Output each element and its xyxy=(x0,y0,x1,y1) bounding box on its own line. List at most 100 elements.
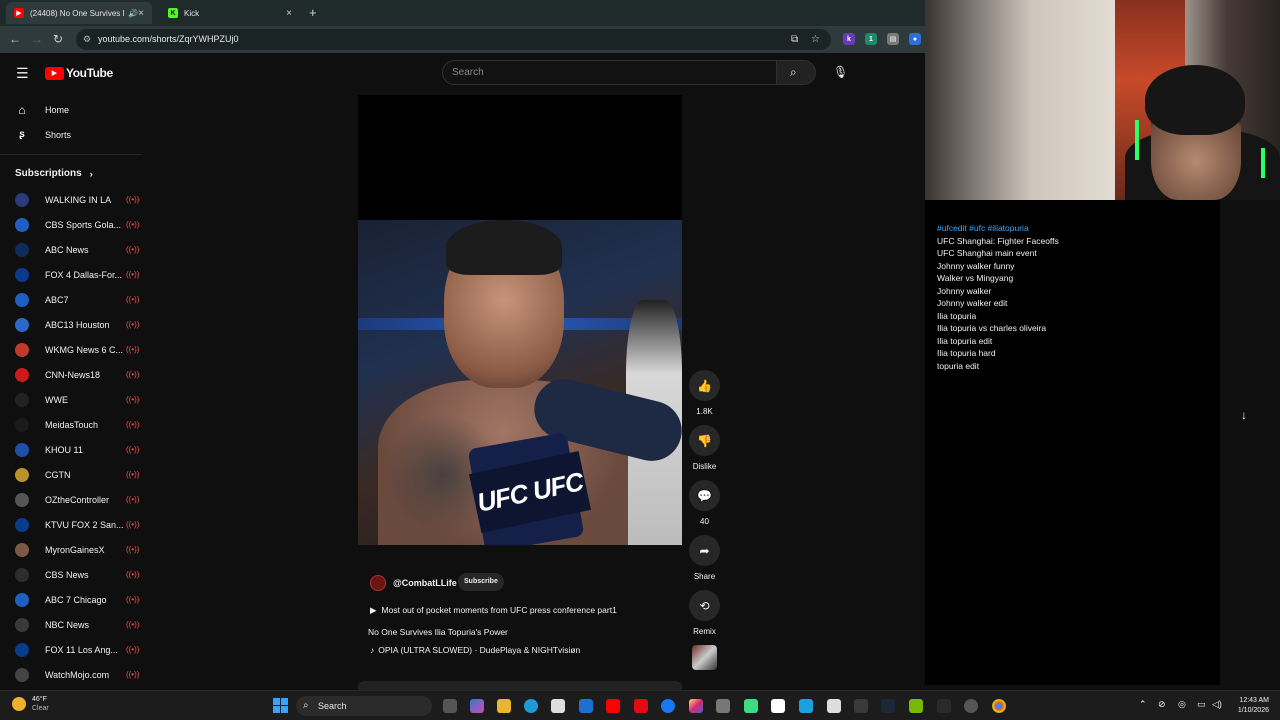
subscribe-button[interactable]: Subscribe xyxy=(458,573,504,591)
store-icon[interactable] xyxy=(551,699,565,713)
tray-icon[interactable]: ◎ xyxy=(1178,699,1186,710)
app-icon[interactable] xyxy=(799,699,813,713)
bookmark-star-icon[interactable]: ☆ xyxy=(811,29,820,50)
comment-icon: 💬 xyxy=(689,480,720,511)
channel-avatar-icon xyxy=(15,592,29,607)
reload-icon[interactable]: ↻ xyxy=(53,32,63,46)
instagram-icon[interactable] xyxy=(689,699,703,713)
tab-kick[interactable]: K Kick × xyxy=(160,2,300,24)
tray-icon[interactable]: ⊘ xyxy=(1158,699,1166,710)
app-icon[interactable] xyxy=(716,699,730,713)
taskbar-search[interactable]: ⌕ Search xyxy=(296,696,432,716)
nvidia-icon[interactable] xyxy=(909,699,923,713)
mail-icon[interactable] xyxy=(579,699,593,713)
sidebar-subscription-item[interactable]: WKMG News 6 C... ((•)) xyxy=(0,337,142,362)
sound-thumbnail[interactable] xyxy=(692,645,717,670)
epic-games-icon[interactable] xyxy=(937,699,951,713)
sidebar-subscription-item[interactable]: CNN-News18 ((•)) xyxy=(0,362,142,387)
windows-start-icon[interactable] xyxy=(273,698,288,713)
facebook-icon[interactable] xyxy=(661,699,675,713)
extension-gray-icon[interactable]: ▤ xyxy=(887,33,899,45)
video-frame[interactable]: UFC UFC xyxy=(358,220,682,553)
sidebar-subscription-item[interactable]: WatchMojo.com ((•)) xyxy=(0,662,142,687)
sidebar-item-home[interactable]: ⌂ Home xyxy=(0,97,142,122)
app-icon[interactable] xyxy=(744,699,758,713)
dislike-button[interactable]: 👎 Dislike xyxy=(689,425,720,471)
sidebar-subscription-item[interactable]: ABC13 Houston ((•)) xyxy=(0,312,142,337)
live-indicator-icon: ((•)) xyxy=(126,395,140,404)
site-info-icon[interactable]: ⚙ xyxy=(83,29,91,50)
sidebar-subscription-item[interactable]: MeidasTouch ((•)) xyxy=(0,412,142,437)
youtube-app-icon[interactable] xyxy=(606,699,620,713)
netflix-icon[interactable] xyxy=(634,699,648,713)
sidebar-subscription-item[interactable]: OZtheController ((•)) xyxy=(0,487,142,512)
extension-k-icon[interactable]: k xyxy=(843,33,855,45)
next-video-peek[interactable] xyxy=(358,681,682,690)
extension-blue-icon[interactable]: ● xyxy=(909,33,921,45)
sidebar-item-shorts[interactable]: ʂ Shorts xyxy=(0,122,142,147)
arrow-down-icon[interactable]: ↓ xyxy=(1241,408,1247,422)
sidebar-subscription-item[interactable]: NBC News ((•)) xyxy=(0,612,142,637)
sidebar-subscription-item[interactable]: KHOU 11 ((•)) xyxy=(0,437,142,462)
sidebar-subscription-item[interactable]: CBS Sports Gola... ((•)) xyxy=(0,212,142,237)
steam-icon[interactable] xyxy=(881,699,895,713)
amazon-icon[interactable] xyxy=(771,699,785,713)
close-tab-icon[interactable]: × xyxy=(286,8,292,19)
task-view-icon[interactable] xyxy=(443,699,457,713)
search-input[interactable]: Search xyxy=(442,60,777,85)
sidebar-subscription-item[interactable]: ABC News ((•)) xyxy=(0,237,142,262)
copilot-icon[interactable] xyxy=(470,699,484,713)
chevron-up-icon[interactable]: ⌃ xyxy=(1139,699,1147,710)
sidebar-subscription-item[interactable]: MyronGainesX ((•)) xyxy=(0,537,142,562)
url-input[interactable]: ⚙ youtube.com/shorts/ZqrYWHPZUj0 ⧉ ☆ xyxy=(76,29,831,50)
channel-avatar-icon xyxy=(15,567,29,582)
sidebar-item-label: OZtheController xyxy=(45,494,110,505)
channel-handle[interactable]: @CombatLLife xyxy=(393,578,457,588)
weather-widget[interactable]: 46°F Clear xyxy=(12,695,49,713)
close-tab-icon[interactable]: × xyxy=(138,8,144,19)
speaker-icon[interactable]: 🔊 xyxy=(128,9,138,18)
comment-count: 40 xyxy=(700,517,709,526)
sidebar-subscription-item[interactable]: FOX 4 Dallas-For... ((•)) xyxy=(0,262,142,287)
hashtags[interactable]: #ufcedit #ufc #iliatopuria xyxy=(937,222,1059,235)
microphone-icon[interactable]: 🎙 xyxy=(833,65,848,79)
sidebar-subscription-item[interactable]: CGTN ((•)) xyxy=(0,462,142,487)
search-button[interactable]: ⌕ xyxy=(776,60,816,85)
comments-button[interactable]: 💬 40 xyxy=(689,480,720,526)
tab-youtube[interactable]: ▶ (24408) No One Survives Ili... 🔊 × xyxy=(6,2,152,24)
sidebar-subscription-item[interactable]: ABC7 ((•)) xyxy=(0,287,142,312)
sidebar-subscription-item[interactable]: WWE ((•)) xyxy=(0,387,142,412)
sidebar-subscription-item[interactable]: WALKING IN LA ((•)) xyxy=(0,187,142,212)
app-icon[interactable] xyxy=(854,699,868,713)
forward-icon[interactable]: → xyxy=(31,32,43,46)
remix-button[interactable]: ⟲ Remix xyxy=(689,590,720,636)
menu-icon[interactable]: ☰ xyxy=(16,65,29,82)
like-button[interactable]: 👍 1.8K xyxy=(689,370,720,416)
new-tab-icon[interactable]: + xyxy=(309,5,317,20)
clock[interactable]: 12:43 AM 1/10/2026 xyxy=(1229,696,1269,716)
chrome-icon[interactable] xyxy=(992,699,1006,713)
sidebar-subscription-item[interactable]: FOX 11 Los Ang... ((•)) xyxy=(0,637,142,662)
sidebar-subscription-item[interactable]: KTVU FOX 2 San... ((•)) xyxy=(0,512,142,537)
cast-icon[interactable]: ⧉ xyxy=(791,29,798,50)
edge-icon[interactable] xyxy=(524,699,538,713)
channel-avatar[interactable] xyxy=(370,575,386,591)
sidebar-subscription-item[interactable]: ABC 7 Chicago ((•)) xyxy=(0,587,142,612)
network-icon[interactable]: ▭ xyxy=(1197,699,1206,710)
app-icon[interactable] xyxy=(964,699,978,713)
description-text: Most out of pocket moments from UFC pres… xyxy=(381,605,617,615)
music-track[interactable]: ♪ OPIA (ULTRA SLOWED) · DudePlaya & NIGHT… xyxy=(370,645,580,655)
volume-icon[interactable]: ◁) xyxy=(1212,699,1222,710)
subscriptions-heading[interactable]: Subscriptions › xyxy=(15,168,93,179)
youtube-logo[interactable]: ▶ YouTube xyxy=(45,66,113,80)
shorts-video-player[interactable]: UFC UFC @CombatLLife Subscribe ▶ Most out… xyxy=(358,95,682,670)
channel-avatar-icon xyxy=(15,492,29,507)
video-description[interactable]: ▶ Most out of pocket moments from UFC pre… xyxy=(370,605,617,616)
sidebar-subscription-item[interactable]: CBS News ((•)) xyxy=(0,562,142,587)
sidebar-item-label: NBC News xyxy=(45,619,90,630)
file-explorer-icon[interactable] xyxy=(497,699,511,713)
app-icon[interactable] xyxy=(827,699,841,713)
back-icon[interactable]: ← xyxy=(9,32,21,46)
extension-green-icon[interactable]: 1 xyxy=(865,33,877,45)
share-button[interactable]: ➦ Share xyxy=(689,535,720,581)
